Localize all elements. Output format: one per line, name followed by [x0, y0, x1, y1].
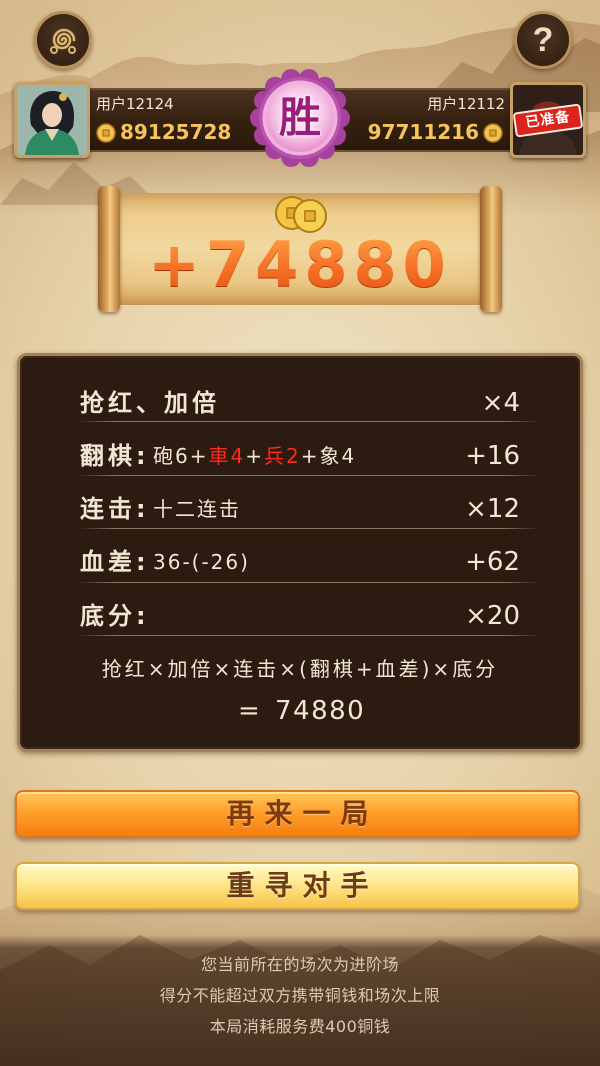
row-divider	[78, 582, 540, 583]
detail-part: 砲6+	[153, 444, 209, 468]
row-label-base-score: 底分:	[80, 602, 150, 630]
detail-part: +象4	[300, 444, 357, 468]
front-coin-hole	[304, 210, 316, 222]
swirl-curl-left	[50, 46, 58, 54]
row-label-hp-difference: 血差:	[80, 548, 150, 576]
row-value-base-score: ×20	[465, 601, 520, 631]
detail-part: +	[245, 444, 264, 468]
row-divider	[78, 475, 540, 476]
row-value-hp-difference: +62	[465, 547, 520, 577]
row-label-grab-red-double: 抢红、加倍	[80, 389, 220, 417]
cloud-swirl-icon	[50, 28, 76, 54]
find-new-opponent-button[interactable]: 重寻对手	[15, 862, 580, 910]
left-player-avatar[interactable]	[14, 82, 90, 158]
copper-coin-icon	[483, 123, 503, 143]
swirl-stroke	[52, 28, 76, 50]
copper-coin-icon	[96, 123, 116, 143]
swirl-curl-right	[68, 46, 76, 54]
right-player-coins: 97711216	[367, 120, 479, 144]
portrait-face	[42, 103, 62, 127]
row-divider	[78, 421, 540, 422]
portrait-hair-ornament	[59, 93, 67, 101]
victory-label: 胜	[278, 93, 321, 142]
service-fee-note: 本局消耗服务费400铜钱	[209, 1017, 391, 1036]
row-detail-combo: 十二连击	[153, 497, 241, 521]
left-player-portrait	[17, 85, 87, 155]
row-value-flipped-pieces: +16	[465, 441, 520, 471]
row-value-combo: ×12	[465, 494, 520, 524]
menu-button[interactable]	[34, 11, 92, 69]
equals-sign: =	[238, 696, 262, 726]
row-divider	[78, 528, 540, 529]
row-label-combo: 连击:	[80, 495, 150, 523]
play-again-button[interactable]: 再来一局	[15, 790, 580, 838]
coin-hole	[102, 129, 110, 137]
detail-part-highlight: 車4	[208, 444, 246, 468]
score-limit-note: 得分不能超过双方携带铜钱和场次上限	[159, 986, 441, 1005]
row-divider	[78, 635, 540, 636]
help-button[interactable]: ?	[514, 11, 572, 69]
row-value-grab-red-double: ×4	[481, 388, 520, 418]
reward-amount: +74880	[98, 232, 502, 298]
room-level-note: 您当前所在的场次为进阶场	[200, 955, 399, 974]
question-mark-icon: ?	[532, 21, 554, 59]
score-total: 74880	[275, 696, 366, 726]
score-formula: 抢红×加倍×连击×(翻棋+血差)×底分	[101, 657, 499, 681]
row-label-flipped-pieces: 翻棋:	[80, 442, 150, 470]
left-player-coins: 89125728	[120, 120, 232, 144]
right-player-name: 用户12112	[427, 95, 505, 113]
detail-part-highlight: 兵2	[263, 444, 301, 468]
left-player-name: 用户12124	[96, 95, 174, 113]
row-detail-flipped-pieces: 砲6+車4+兵2+象4	[153, 441, 356, 471]
coin-hole	[489, 129, 497, 137]
row-detail-hp-difference: 36-(-26)	[153, 550, 250, 574]
